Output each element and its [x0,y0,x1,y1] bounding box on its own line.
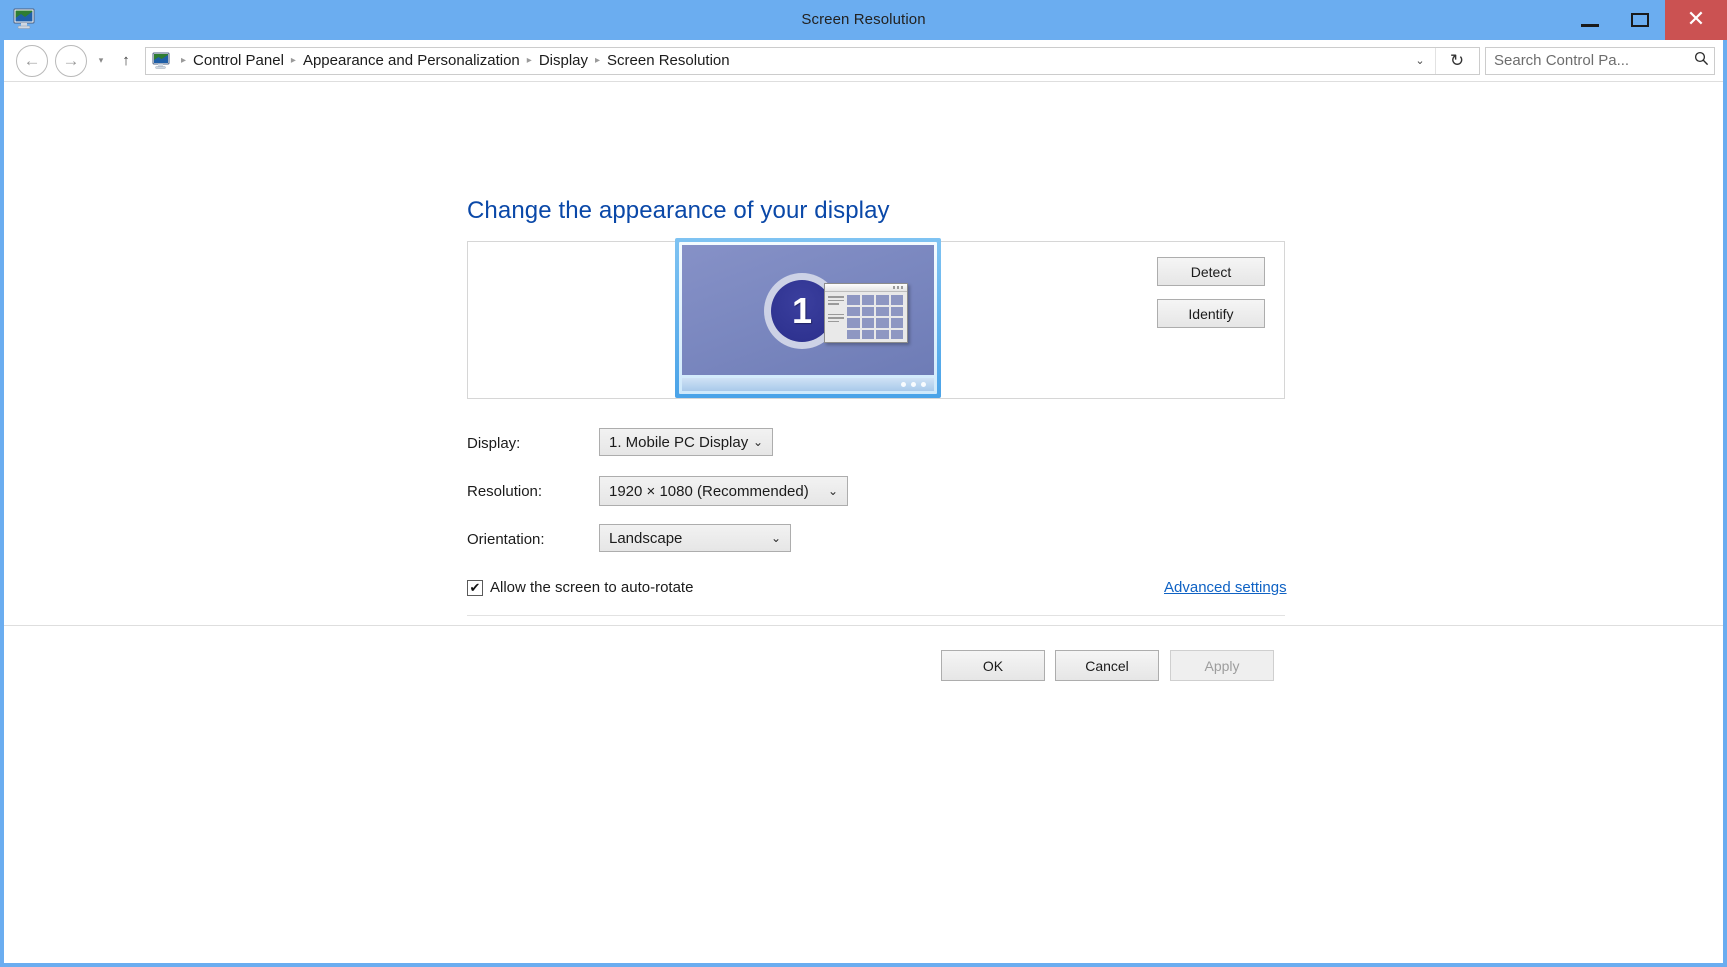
mini-window-icon [824,283,908,343]
apply-button: Apply [1170,650,1274,681]
taskbar-dots-icon [901,382,926,387]
display-select-value: 1. Mobile PC Display [609,433,749,451]
maximize-button[interactable] [1615,0,1665,40]
client-area: ← → ▾ ↑ ▸ Control Panel ▸ Appearance and… [3,40,1724,964]
minimize-button[interactable] [1565,0,1615,40]
orientation-label: Orientation: [467,531,545,548]
monitor-preview[interactable]: 1 [675,238,941,404]
control-panel-icon [152,52,172,70]
cancel-button[interactable]: Cancel [1055,650,1159,681]
breadcrumb-item-appearance-and-personalization[interactable]: Appearance and Personalization [303,52,520,69]
auto-rotate-checkbox-row[interactable]: ✔ Allow the screen to auto-rotate [467,579,693,596]
chevron-down-icon: ⌄ [752,435,763,449]
search-input[interactable]: Search Control Pa... [1486,52,1688,69]
arrow-up-icon: ↑ [122,52,130,69]
window-title: Screen Resolution [801,11,926,28]
recent-locations-button[interactable]: ▾ [93,55,109,66]
chevron-down-icon: ⌄ [827,484,838,498]
close-button[interactable]: ✕ [1665,0,1727,40]
chevron-down-icon: ▾ [98,55,104,65]
resolution-select-value: 1920 × 1080 (Recommended) [609,482,809,500]
detect-button[interactable]: Detect [1157,257,1265,286]
monitor-bezel: 1 [679,242,937,394]
close-icon: ✕ [1686,7,1706,32]
search-box[interactable]: Search Control Pa... [1485,46,1715,75]
up-button[interactable]: ↑ [114,52,138,69]
breadcrumb-separator: ▸ [290,54,296,66]
refresh-icon: ↻ [1449,50,1465,70]
breadcrumb-separator: ▸ [181,54,187,66]
page-title: Change the appearance of your display [467,197,890,224]
monitor-screen: 1 [682,245,934,375]
breadcrumb-item-control-panel[interactable]: Control Panel [193,52,284,69]
section-divider [467,615,1285,616]
forward-button[interactable]: → [55,44,87,77]
address-bar: ← → ▾ ↑ ▸ Control Panel ▸ Appearance and… [4,40,1723,82]
title-bar: Screen Resolution ✕ [0,0,1727,40]
display-label: Display: [467,435,521,452]
checkmark-icon: ✔ [469,580,481,595]
identify-button[interactable]: Identify [1157,299,1265,328]
advanced-settings-link[interactable]: Advanced settings [1164,579,1287,596]
empty-area [4,705,1723,963]
resolution-label: Resolution: [467,483,543,500]
auto-rotate-label: Allow the screen to auto-rotate [490,579,694,596]
breadcrumb-separator: ▸ [526,54,532,66]
orientation-select[interactable]: Landscape ⌄ [599,524,791,552]
ok-button[interactable]: OK [941,650,1045,681]
chevron-down-icon: ⌄ [1415,55,1425,67]
mini-window-tile-grid [847,292,907,343]
breadcrumb-separator: ▸ [595,54,601,66]
breadcrumb-dropdown-button[interactable]: ⌄ [1407,48,1433,74]
search-icon [1688,51,1714,70]
display-select[interactable]: 1. Mobile PC Display ⌄ [599,428,773,456]
chevron-down-icon: ⌄ [770,531,781,545]
monitor-selection-highlight: 1 [675,238,941,398]
mini-window-sidebar [825,292,847,343]
mini-window-titlebar [825,284,907,292]
content-area: Change the appearance of your display 1 [4,82,1723,707]
mini-window-body [825,292,907,343]
window-controls: ✕ [1565,0,1727,40]
back-arrow-icon: ← [23,51,41,70]
screen-resolution-window: Screen Resolution ✕ ← → ▾ ↑ ▸ Control Pa… [0,0,1727,967]
orientation-select-value: Landscape [609,529,683,547]
mini-window-controls-icon [893,286,905,289]
maximize-icon [1631,13,1649,27]
dialog-footer: OK Cancel Apply [4,625,1723,706]
auto-rotate-checkbox[interactable]: ✔ [467,579,483,596]
breadcrumb-item-display[interactable]: Display [539,52,588,69]
breadcrumb-item-screen-resolution[interactable]: Screen Resolution [607,52,730,69]
back-button[interactable]: ← [16,44,48,77]
minimize-icon [1581,23,1599,27]
forward-arrow-icon: → [62,51,80,70]
resolution-select[interactable]: 1920 × 1080 (Recommended) ⌄ [599,476,848,506]
breadcrumb[interactable]: ▸ Control Panel ▸ Appearance and Persona… [145,46,1480,75]
refresh-button[interactable]: ↻ [1435,47,1478,74]
monitor-taskbar [682,378,934,391]
